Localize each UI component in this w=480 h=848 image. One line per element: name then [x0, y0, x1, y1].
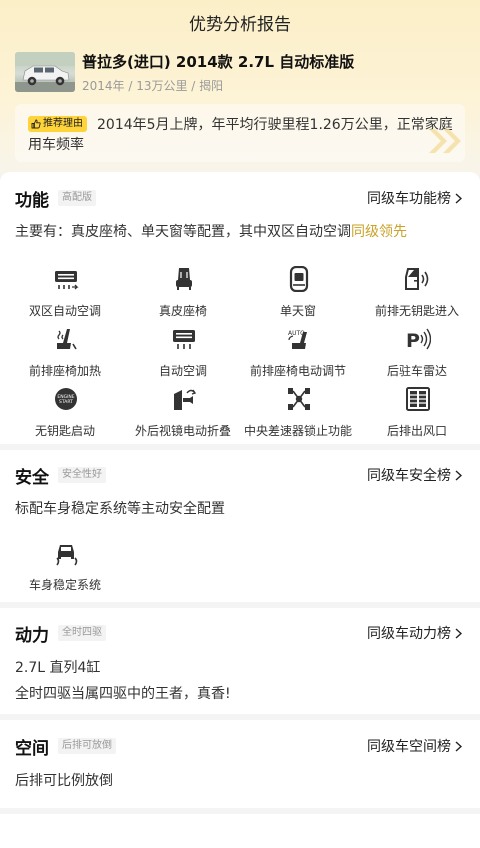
keyless-start-icon: ENGINE START	[55, 388, 77, 410]
keyless-entry-icon	[405, 268, 429, 290]
recommend-reason-card: 2014年5月上牌，年平均行驶里程1.26万公里，正常家庭用车频率 推荐理由	[15, 104, 465, 162]
power-section: 动力 全时四驱 同级车动力榜 2.7L 直列4缸 全时四驱当属四驱中的王者，真香…	[0, 608, 480, 714]
recommend-reason-tag-label: 推荐理由	[43, 118, 83, 129]
function-title: 功能	[15, 191, 49, 211]
svg-text:START: START	[59, 399, 73, 405]
feature-label: 中央差速器锁止功能	[243, 424, 352, 438]
space-title: 空间	[15, 739, 49, 759]
feature-item[interactable]: 前排座椅加热	[5, 326, 125, 384]
svg-text:P: P	[406, 330, 420, 352]
feature-item[interactable]: 中央差速器锁止功能	[238, 386, 358, 444]
power-seat-icon: AUTO	[288, 330, 307, 349]
feature-label: 无钥匙启动	[34, 424, 95, 438]
feature-label: 前排座椅加热	[28, 364, 101, 378]
feature-item[interactable]: 双区自动空调	[5, 266, 125, 324]
safety-rank-link-label: 同级车安全榜	[367, 468, 451, 484]
feature-item[interactable]: AUTO 前排座椅电动调节	[238, 326, 358, 384]
function-desc-highlight: 同级领先	[351, 224, 407, 240]
feature-item[interactable]: 单天窗	[238, 266, 358, 324]
chevron-right-icon	[455, 740, 462, 752]
function-tag: 高配版	[58, 190, 96, 206]
function-section: 功能 高配版 同级车功能榜 主要有：真皮座椅、单天窗等配置，其中双区自动空调同级…	[0, 172, 480, 444]
page-title: 优势分析报告	[189, 15, 291, 35]
safety-rank-link[interactable]: 同级车安全榜	[367, 465, 462, 485]
power-engine-desc: 2.7L 直列4缸	[15, 660, 101, 676]
power-tag: 全时四驱	[58, 625, 106, 641]
feature-label: 车身稳定系统	[28, 578, 101, 592]
feature-item[interactable]: 前排无钥匙进入	[357, 266, 477, 324]
safety-title: 安全	[15, 468, 49, 488]
feature-label: 前排无钥匙进入	[374, 304, 459, 318]
thumbs-up-icon	[31, 119, 41, 129]
feature-label: 前排座椅电动调节	[249, 364, 346, 378]
feature-label: 后驻车雷达	[386, 364, 447, 378]
diff-lock-icon	[288, 388, 310, 410]
function-desc: 主要有：真皮座椅、单天窗等配置，其中双区自动空调同级领先	[15, 221, 407, 241]
car-name: 普拉多(进口) 2014款 2.7L 自动标准版	[82, 53, 355, 71]
car-thumbnail[interactable]	[15, 52, 75, 92]
parking-radar-icon: P	[406, 328, 431, 352]
feature-label: 外后视镜电动折叠	[134, 424, 231, 438]
stability-control-icon	[56, 545, 78, 566]
feature-label: 自动空调	[158, 364, 207, 378]
feature-item[interactable]: 自动空调	[123, 326, 243, 384]
function-rank-link[interactable]: 同级车功能榜	[367, 188, 462, 208]
feature-item[interactable]: 真皮座椅	[123, 266, 243, 324]
power-rank-link-label: 同级车动力榜	[367, 626, 451, 642]
feature-label: 真皮座椅	[158, 304, 207, 318]
feature-item[interactable]: P 后驻车雷达	[357, 326, 477, 384]
sunroof-icon	[289, 266, 309, 292]
power-rank-link[interactable]: 同级车动力榜	[367, 623, 462, 643]
space-rank-link[interactable]: 同级车空间榜	[367, 736, 462, 756]
feature-item[interactable]: 车身稳定系统	[5, 540, 125, 598]
recommend-reason-tag: 推荐理由	[28, 116, 87, 132]
power-title: 动力	[15, 626, 49, 646]
double-chevron-decoration-icon	[429, 129, 461, 153]
feature-label: 双区自动空调	[28, 304, 101, 318]
bottom-spacer	[0, 814, 480, 848]
chevron-right-icon	[455, 627, 462, 639]
space-desc: 后排可比例放倒	[15, 773, 113, 789]
safety-tag: 安全性好	[58, 467, 106, 483]
feature-item[interactable]: 后排出风口	[357, 386, 477, 444]
safety-desc: 标配车身稳定系统等主动安全配置	[15, 501, 225, 517]
feature-item[interactable]: ENGINE START 无钥匙启动	[5, 386, 125, 444]
space-rank-link-label: 同级车空间榜	[367, 739, 451, 755]
safety-section: 安全 安全性好 同级车安全榜 标配车身稳定系统等主动安全配置 车身稳定系统	[0, 450, 480, 602]
feature-label: 单天窗	[279, 304, 316, 318]
power-drive-desc: 全时四驱当属四驱中的王者，真香!	[15, 686, 231, 702]
report-header: 优势分析报告 普拉多(进口) 2014款 2.7L 自动标准版 2014年 / …	[0, 0, 480, 178]
space-tag: 后排可放倒	[58, 738, 116, 754]
leather-seat-icon	[176, 268, 192, 290]
mirror-fold-icon	[174, 389, 197, 410]
feature-item[interactable]: 外后视镜电动折叠	[123, 386, 243, 444]
space-section: 空间 后排可放倒 同级车空间榜 后排可比例放倒	[0, 720, 480, 808]
function-rank-link-label: 同级车功能榜	[367, 191, 451, 207]
function-desc-main: 主要有：真皮座椅、单天窗等配置，其中双区自动空调	[15, 224, 351, 240]
car-meta: 2014年 / 13万公里 / 揭阳	[82, 79, 224, 93]
chevron-right-icon	[455, 469, 462, 481]
rear-vent-icon	[406, 387, 430, 411]
feature-label: 后排出风口	[386, 424, 447, 438]
seat-heating-icon	[57, 329, 77, 350]
chevron-right-icon	[455, 192, 462, 204]
auto-ac-icon	[173, 330, 195, 349]
recommend-reason-text: 2014年5月上牌，年平均行驶里程1.26万公里，正常家庭用车频率	[28, 117, 453, 153]
dual-zone-ac-icon	[55, 271, 79, 290]
